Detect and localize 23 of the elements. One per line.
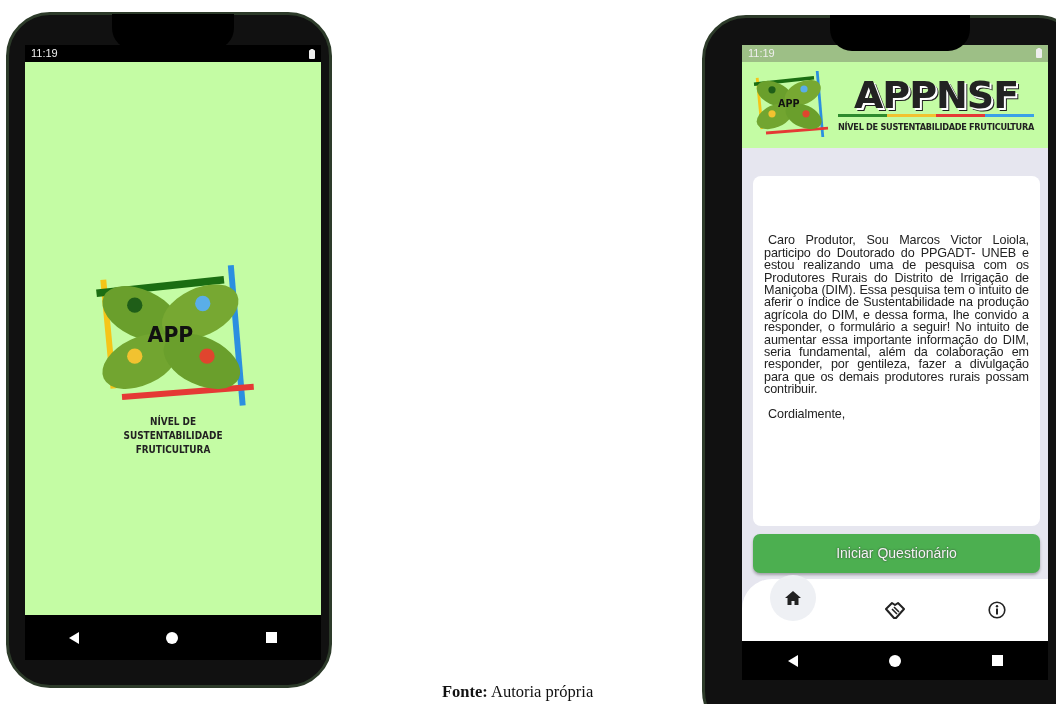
handshake-icon bbox=[885, 601, 905, 620]
recents-icon[interactable] bbox=[991, 655, 1003, 667]
message-paragraph: Caro Produtor, Sou Marcos Victor Loiola, participo do Doutorado do PPGADT- UNEB e estou realizando uma de pesquisa com os Produtores Rurais do Distrito de Irrigação de Maniçoba (DIM). Essa pesquisa tem o intuito de aferir o índice de Sustentabilidade na produção agrícola do DIM, e dessa forma, lhe convido a responder, o formulário a seguir! No intuito de aumentar essa importante informação do DIM, seria fundamental, além da colaboração em responder, por gentileza, fazer a divulgação para que os demais produtores rurais possam contribuir. bbox=[764, 234, 1029, 396]
logo-text: APP bbox=[147, 322, 194, 347]
start-button[interactable]: Iniciar Questionário bbox=[753, 534, 1040, 574]
logo-text: APP bbox=[778, 97, 800, 109]
nav-tab[interactable] bbox=[770, 575, 816, 622]
figure-caption: Fonte: Autoria própria bbox=[442, 682, 594, 702]
subtitle: NÍVEL DE SUSTENTABILIDADE FRUTICULTURA bbox=[122, 413, 224, 457]
home-icon[interactable] bbox=[166, 631, 179, 644]
home-icon bbox=[785, 591, 801, 606]
header-subtitle: NÍVEL DE SUSTENTABILIDADE FRUTICULTURA bbox=[838, 121, 1034, 134]
battery-icon bbox=[1036, 48, 1042, 59]
status-time: 11:19 bbox=[748, 46, 775, 61]
message-paragraph: Cordialmente, bbox=[767, 407, 847, 421]
recents-icon[interactable] bbox=[266, 632, 278, 643]
back-icon[interactable] bbox=[787, 654, 798, 667]
battery-icon bbox=[309, 48, 315, 59]
status-time: 11:19 bbox=[31, 46, 58, 62]
info-icon bbox=[988, 601, 1006, 620]
app-title: APPNSF bbox=[853, 76, 1019, 115]
back-icon[interactable] bbox=[68, 631, 79, 644]
home-icon[interactable] bbox=[888, 654, 901, 667]
